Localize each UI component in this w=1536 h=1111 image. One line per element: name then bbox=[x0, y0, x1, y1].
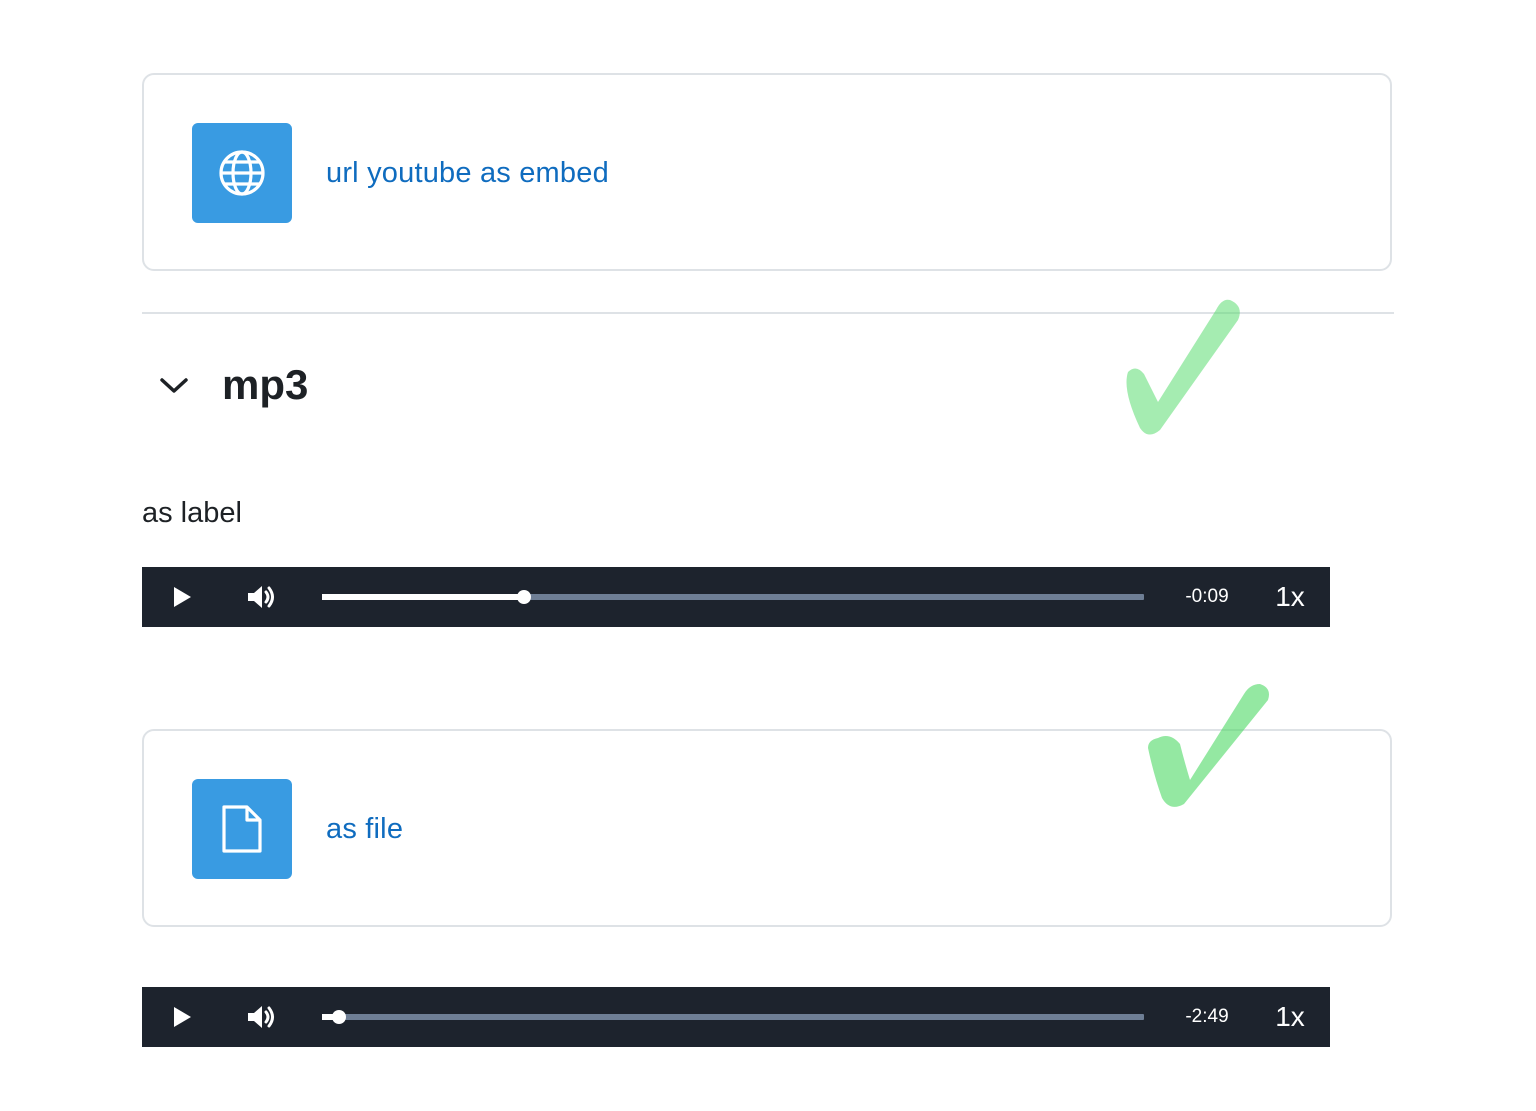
file-icon[interactable] bbox=[192, 779, 292, 879]
play-icon[interactable] bbox=[164, 1001, 200, 1033]
playback-speed-button[interactable]: 1x bbox=[1270, 999, 1310, 1035]
progress-handle[interactable] bbox=[332, 1010, 347, 1024]
url-activity-link[interactable]: url youtube as embed bbox=[326, 155, 609, 191]
file-activity-link[interactable]: as file bbox=[326, 811, 403, 847]
time-remaining: -0:09 bbox=[1185, 586, 1229, 607]
section-divider bbox=[142, 312, 1394, 314]
progress-slider[interactable] bbox=[322, 590, 1144, 604]
progress-slider[interactable] bbox=[322, 1010, 1144, 1024]
volume-icon[interactable] bbox=[242, 579, 282, 615]
time-remaining: -2:49 bbox=[1185, 1006, 1229, 1027]
chevron-down-icon[interactable] bbox=[142, 353, 206, 417]
audio-player-label: -0:09 1x bbox=[142, 567, 1330, 627]
url-activity-card: url youtube as embed bbox=[142, 73, 1392, 271]
play-icon[interactable] bbox=[164, 581, 200, 613]
section-title: mp3 bbox=[222, 361, 309, 408]
section-header: mp3 bbox=[142, 350, 308, 420]
audio-player-file: -2:49 1x bbox=[142, 987, 1330, 1047]
volume-icon[interactable] bbox=[242, 999, 282, 1035]
course-page: url youtube as embed mp3 as label -0:09 … bbox=[0, 0, 1536, 1111]
globe-icon[interactable] bbox=[192, 123, 292, 223]
green-checkmark-icon bbox=[1126, 299, 1240, 435]
progress-handle[interactable] bbox=[517, 590, 532, 604]
label-text: as label bbox=[142, 497, 242, 529]
file-activity-card: as file bbox=[142, 729, 1392, 927]
playback-speed-button[interactable]: 1x bbox=[1270, 579, 1310, 615]
progress-fill bbox=[322, 594, 525, 600]
